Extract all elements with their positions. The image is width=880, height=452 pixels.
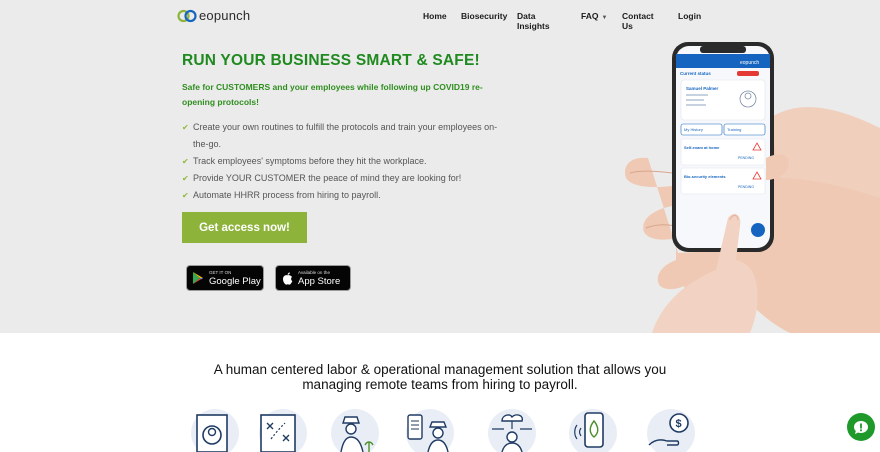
phone-user-name: Samuel Palmer: [686, 86, 719, 91]
phone-pending-2: PENDING: [738, 185, 754, 189]
nav-contact-us[interactable]: Contact Us: [622, 11, 654, 31]
phone-current-status: Current status: [680, 71, 711, 76]
feature-list: ✔ Create your own routines to fulfill the…: [182, 119, 502, 204]
app-store-big-text: App Store: [298, 275, 341, 287]
phone-card-self-exam: Self-exam at home: [684, 145, 720, 150]
svg-text:$: $: [676, 418, 682, 430]
check-icon: ✔: [182, 123, 189, 132]
phone-brand: eopunch: [740, 60, 759, 66]
get-access-button[interactable]: Get access now!: [182, 212, 307, 243]
hero-headline: RUN YOUR BUSINESS SMART & SAFE!: [182, 52, 480, 69]
feature-item: ✔ Track employees' symptoms before they h…: [182, 153, 502, 170]
chevron-down-icon: ▼: [601, 15, 608, 21]
top-nav: eopunch Home Biosecurity Data Insights F…: [0, 0, 880, 32]
gardener-worker-icon: [331, 409, 379, 452]
feature-item: ✔ Automate HHRR process from hiring to pa…: [182, 187, 502, 204]
nav-data-insights[interactable]: Data Insights: [517, 11, 550, 31]
feature-text: Provide YOUR CUSTOMER the peace of mind …: [193, 173, 462, 183]
mission-line-2: managing remote teams from hiring to pay…: [302, 377, 578, 392]
app-store-badge[interactable]: Available on the App Store: [275, 265, 351, 291]
phone-pending-1: PENDING: [738, 156, 754, 160]
feature-item: ✔ Create your own routines to fulfill the…: [182, 119, 502, 153]
nav-login[interactable]: Login: [678, 11, 701, 21]
check-icon: ✔: [182, 174, 189, 183]
cloud-worker-icon: [488, 409, 536, 452]
brand-name: eopunch: [199, 8, 251, 23]
profile-document-icon: [191, 409, 239, 452]
google-play-badge[interactable]: GET IT ON Google Play: [186, 265, 264, 291]
nav-faq[interactable]: FAQ ▼: [581, 11, 607, 21]
google-play-big-text: Google Play: [209, 275, 261, 287]
chat-button[interactable]: [847, 413, 875, 441]
check-icon: ✔: [182, 157, 189, 166]
nav-biosecurity[interactable]: Biosecurity: [461, 11, 507, 21]
feature-text: Create your own routines to fulfill the …: [193, 122, 498, 149]
feature-item: ✔ Provide YOUR CUSTOMER the peace of mind…: [182, 170, 502, 187]
nav-faq-label: FAQ: [581, 11, 599, 21]
mission-line-1: A human centered labor & operational man…: [213, 362, 667, 377]
phone-device: eopunch Current status Samuel Palmer My …: [672, 42, 774, 252]
nav-home[interactable]: Home: [423, 11, 447, 21]
biosecurity-phone-icon: [569, 409, 617, 452]
mission-statement: A human centered labor & operational man…: [0, 362, 880, 392]
feature-text: Automate HHRR process from hiring to pay…: [193, 190, 381, 200]
hero-section: eopunch Home Biosecurity Data Insights F…: [0, 0, 880, 333]
phone-worker-icon: [406, 409, 454, 452]
phone-training: Training: [727, 127, 741, 132]
payroll-coin-hand-icon: $: [647, 409, 695, 452]
chat-bubble-icon: [854, 420, 868, 434]
feature-icons-row: $: [0, 405, 880, 452]
phone-card-biosecurity: Bio-security elements: [684, 174, 726, 179]
brand-logo[interactable]: eopunch: [177, 8, 250, 23]
phone-in-hand-illustration: eopunch Current status Samuel Palmer My …: [624, 42, 880, 333]
apple-icon: [283, 271, 293, 285]
logo-icon: [177, 9, 197, 22]
check-icon: ✔: [182, 191, 189, 200]
hero-subheadline: Safe for CUSTOMERS and your employees wh…: [182, 82, 483, 107]
strategy-board-icon: [259, 409, 307, 452]
feature-text: Track employees' symptoms before they hi…: [193, 156, 427, 166]
phone-my-history: My History: [684, 127, 703, 132]
google-play-icon: [193, 272, 203, 284]
